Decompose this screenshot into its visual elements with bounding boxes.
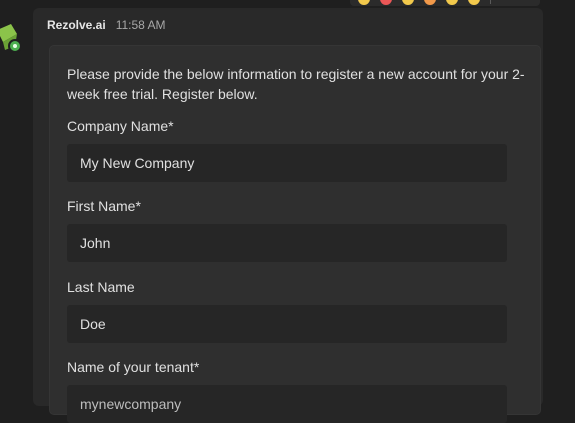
last-name-label: Last Name bbox=[67, 279, 135, 295]
reaction-icon[interactable] bbox=[446, 0, 458, 5]
message-header: Rezolve.ai 11:58 AM bbox=[47, 18, 166, 32]
company-name-input[interactable]: My New Company bbox=[67, 144, 507, 182]
reaction-icon[interactable] bbox=[402, 0, 414, 5]
sender-name[interactable]: Rezolve.ai bbox=[47, 18, 106, 32]
tenant-name-input[interactable]: mynewcompany bbox=[67, 385, 507, 423]
reaction-icon[interactable] bbox=[468, 0, 480, 5]
reaction-icon[interactable] bbox=[380, 0, 392, 5]
registration-card: Please provide the below information to … bbox=[50, 46, 540, 423]
tenant-name-label: Name of your tenant* bbox=[67, 359, 200, 375]
reaction-divider bbox=[490, 0, 491, 4]
message-timestamp: 11:58 AM bbox=[115, 18, 166, 32]
last-name-input[interactable]: Doe bbox=[67, 305, 507, 343]
card-intro-text: Please provide the below information to … bbox=[67, 66, 525, 102]
first-name-input[interactable]: John bbox=[67, 224, 507, 262]
reaction-icon[interactable] bbox=[424, 0, 436, 5]
reaction-icon[interactable] bbox=[358, 0, 370, 5]
company-name-label: Company Name* bbox=[67, 118, 174, 134]
chat-message: Rezolve.ai 11:58 AM Please provide the b… bbox=[33, 8, 543, 423]
reaction-bar[interactable] bbox=[350, 0, 540, 6]
first-name-label: First Name* bbox=[67, 198, 141, 214]
bot-avatar-icon[interactable] bbox=[0, 20, 22, 54]
